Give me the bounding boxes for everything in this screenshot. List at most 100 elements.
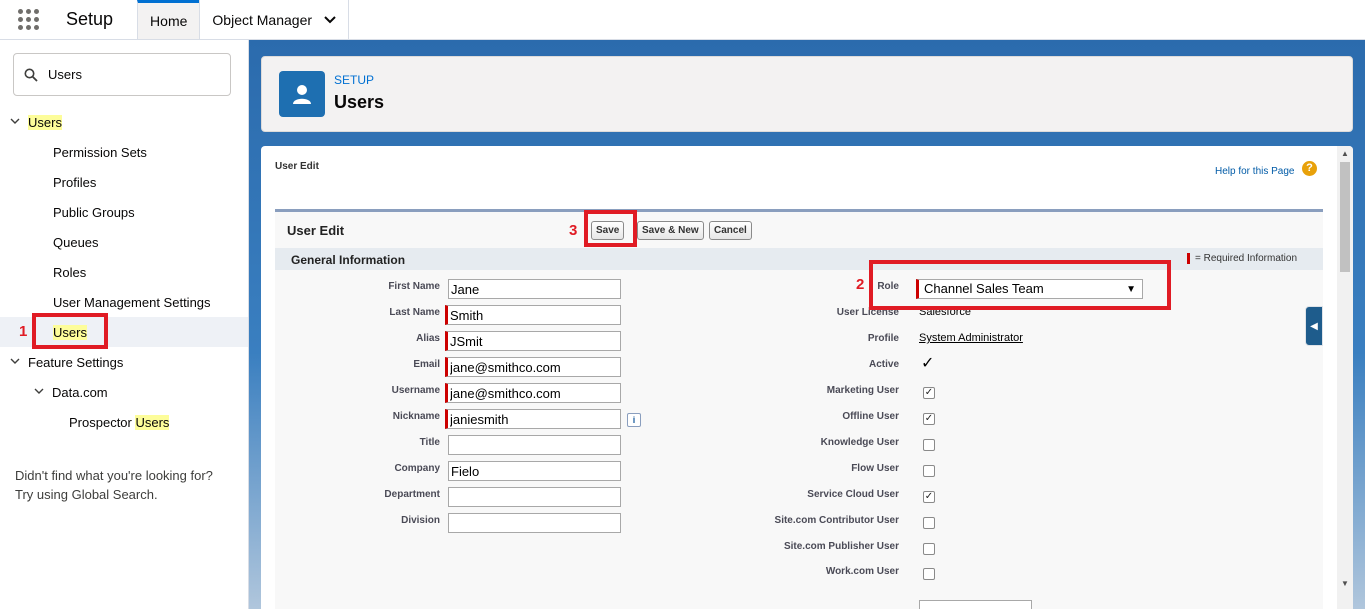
username-label: Username: [391, 385, 440, 396]
department-field[interactable]: [448, 487, 621, 507]
department-label: Department: [384, 489, 440, 500]
marketing-user-checkbox[interactable]: ✓: [923, 387, 935, 399]
annotation-number-3: 3: [569, 222, 578, 239]
quick-find-input[interactable]: [48, 67, 208, 82]
work-com-user-checkbox[interactable]: [923, 568, 935, 580]
sidebar-item-label: Feature Settings: [28, 354, 124, 370]
help-icon[interactable]: ?: [1302, 161, 1317, 176]
nickname-label: Nickname: [392, 411, 440, 422]
alias-field[interactable]: [445, 331, 621, 351]
sidebar-item-prospector-users[interactable]: Prospector Users: [0, 407, 248, 437]
sidebar-item-label: Prospector: [69, 414, 136, 430]
profile-label: Profile: [867, 333, 899, 344]
email-label: Email: [413, 359, 440, 370]
division-label: Division: [401, 515, 440, 526]
waffle-icon: [17, 9, 39, 30]
sidebar-item-roles[interactable]: Roles: [0, 257, 248, 287]
annotation-number-2: 2: [856, 276, 865, 293]
quick-find-box[interactable]: [13, 53, 231, 96]
global-header: Setup Home Object Manager: [0, 0, 1365, 40]
title-label: Title: [419, 437, 440, 448]
sidebar-item-label: Queues: [53, 234, 99, 250]
side-panel-toggle[interactable]: ◀: [1305, 306, 1323, 346]
first-name-label: First Name: [388, 281, 440, 292]
sidebar-item-label-highlight: Users: [135, 414, 170, 430]
knowledge-user-checkbox[interactable]: [923, 439, 935, 451]
chevron-down-icon[interactable]: [8, 116, 22, 128]
sidebar-item-profiles[interactable]: Profiles: [0, 167, 248, 197]
active-checkmark-icon: ✓: [921, 355, 935, 372]
main-content-area: SETUP Users User Edit Help for this Page…: [249, 40, 1365, 609]
tab-home[interactable]: Home: [137, 0, 200, 39]
marketing-user-label: Marketing User: [826, 385, 899, 396]
sidebar-item-feature-settings[interactable]: Feature Settings: [0, 347, 248, 377]
division-field[interactable]: [448, 513, 621, 533]
page-header: SETUP Users: [261, 56, 1353, 132]
info-icon[interactable]: i: [627, 413, 641, 427]
last-name-field[interactable]: [445, 305, 621, 325]
chevron-down-icon[interactable]: [8, 356, 22, 368]
site-contributor-label: Site.com Contributor User: [774, 515, 899, 526]
annotation-box-3: [584, 210, 637, 247]
site-publisher-label: Site.com Publisher User: [783, 541, 899, 552]
app-launcher[interactable]: [0, 0, 56, 39]
site-contributor-checkbox[interactable]: [923, 517, 935, 529]
search-icon: [24, 68, 38, 82]
tab-object-manager[interactable]: Object Manager: [199, 0, 348, 39]
email-field[interactable]: [445, 357, 621, 377]
vertical-scrollbar[interactable]: ▲ ▼: [1337, 146, 1353, 609]
required-legend-text: = Required Information: [1195, 253, 1298, 264]
page-block-title: User Edit: [287, 223, 345, 238]
chevron-down-icon[interactable]: [324, 13, 336, 27]
user-icon: [279, 71, 325, 117]
first-name-field[interactable]: [448, 279, 621, 299]
annotation-number-1: 1: [19, 323, 28, 340]
last-name-label: Last Name: [389, 307, 440, 318]
annotation-box-2: [869, 260, 1171, 310]
profile-link[interactable]: System Administrator: [919, 332, 1023, 344]
offline-user-checkbox[interactable]: ✓: [923, 413, 935, 425]
header-eyebrow: SETUP: [334, 73, 375, 87]
company-label: Company: [394, 463, 440, 474]
sidebar-item-users-group[interactable]: Users: [0, 107, 248, 137]
scrollbar-thumb[interactable]: [1340, 162, 1350, 272]
tab-home-label: Home: [150, 13, 188, 29]
alias-label: Alias: [416, 333, 440, 344]
knowledge-user-label: Knowledge User: [820, 437, 899, 448]
site-publisher-checkbox[interactable]: [923, 543, 935, 555]
sidebar-item-label: Permission Sets: [53, 144, 147, 160]
nav-divider: [348, 0, 350, 39]
app-title: Setup: [66, 9, 114, 29]
partial-field-cutoff: [919, 600, 1032, 609]
required-legend: = Required Information: [1187, 253, 1297, 264]
service-cloud-user-checkbox[interactable]: ✓: [923, 491, 935, 503]
chevron-down-icon[interactable]: [32, 386, 46, 398]
username-field[interactable]: [445, 383, 621, 403]
sidebar-item-label: Profiles: [53, 174, 97, 190]
sidebar-item-queues[interactable]: Queues: [0, 227, 248, 257]
service-cloud-user-label: Service Cloud User: [807, 489, 899, 500]
page-title: Users: [334, 92, 385, 112]
flow-user-label: Flow User: [851, 463, 899, 474]
annotation-box-1: [32, 313, 108, 349]
scroll-up-arrow-icon[interactable]: ▲: [1337, 146, 1353, 162]
help-link[interactable]: Help for this Page: [1215, 166, 1295, 177]
sidebar-note-line2: Try using Global Search.: [15, 487, 158, 502]
section-title: General Information: [291, 253, 406, 267]
scroll-down-arrow-icon[interactable]: ▼: [1337, 576, 1353, 592]
page-block-header: User Edit Save Save & New Cancel: [275, 212, 1323, 246]
sidebar-item-label: User Management Settings: [53, 294, 211, 310]
sidebar-item-data-com[interactable]: Data.com: [0, 377, 248, 407]
save-and-new-button[interactable]: Save & New: [637, 221, 704, 240]
user-edit-frame: User Edit Help for this Page ? ▲ ▼ User …: [261, 146, 1353, 609]
nickname-field[interactable]: [445, 409, 621, 429]
company-field[interactable]: [448, 461, 621, 481]
flow-user-checkbox[interactable]: [923, 465, 935, 477]
offline-user-label: Offline User: [842, 411, 899, 422]
title-field[interactable]: [448, 435, 621, 455]
sidebar-item-label: Roles: [53, 264, 87, 280]
sidebar-item-label: Public Groups: [53, 204, 135, 220]
sidebar-item-public-groups[interactable]: Public Groups: [0, 197, 248, 227]
sidebar-item-permission-sets[interactable]: Permission Sets: [0, 137, 248, 167]
cancel-button[interactable]: Cancel: [709, 221, 752, 240]
